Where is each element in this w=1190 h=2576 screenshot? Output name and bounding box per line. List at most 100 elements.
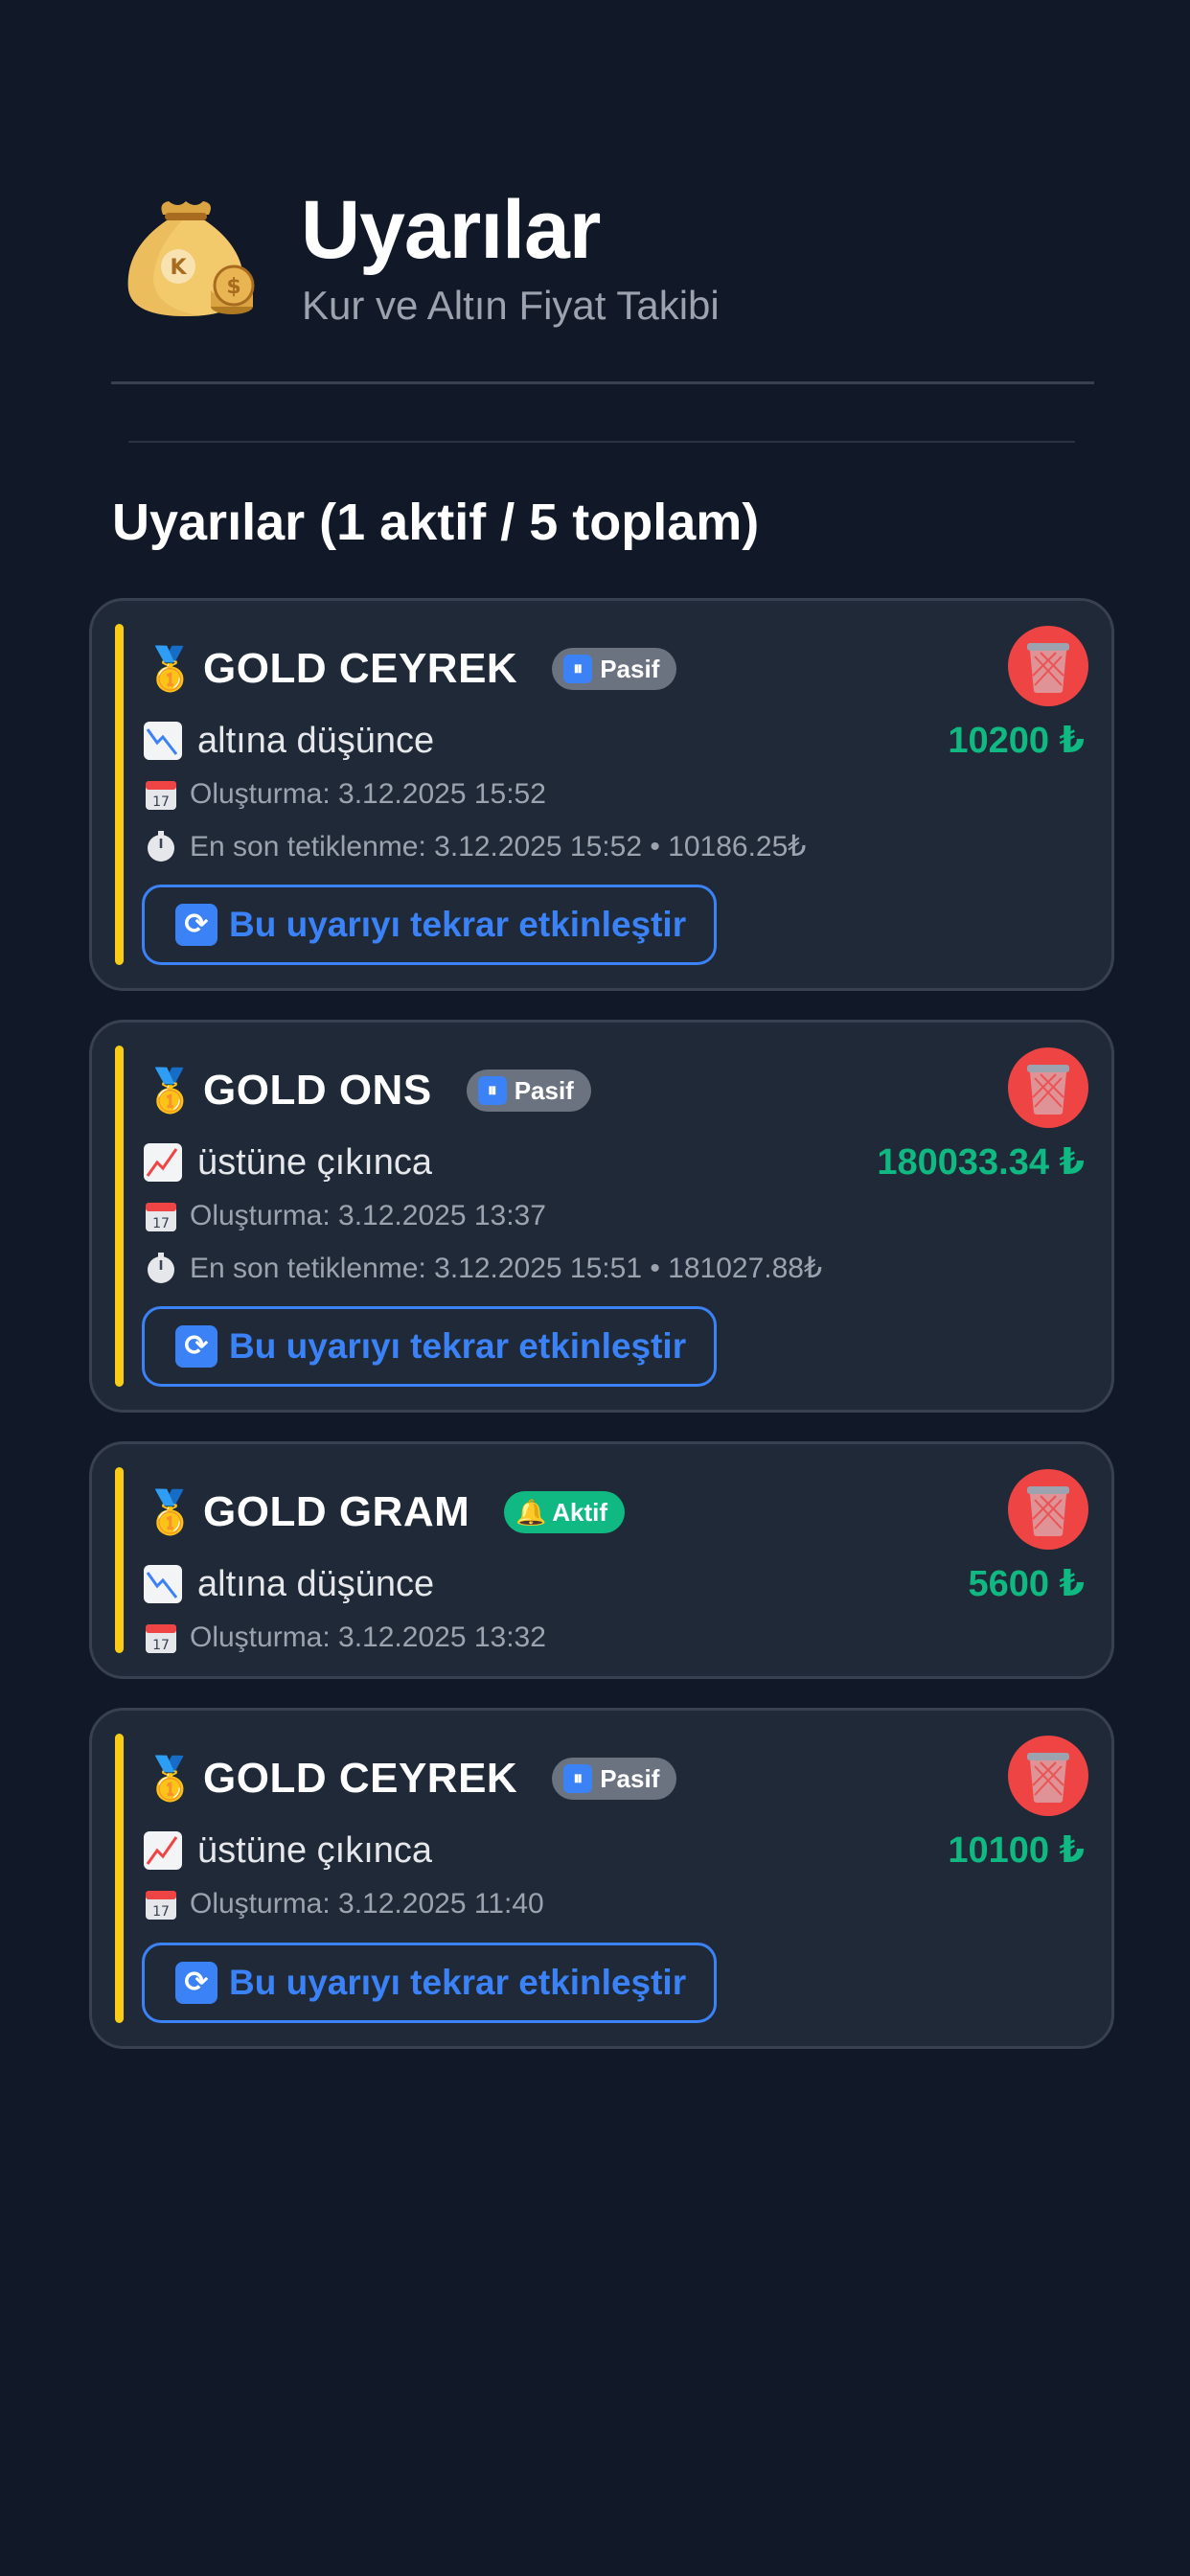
pause-icon: ⏸ (563, 1764, 593, 1793)
pause-icon: ⏸ (477, 1076, 507, 1105)
calendar-icon: 17 (144, 1887, 178, 1921)
alert-condition: altına düşünce (144, 712, 434, 770)
reactivate-label: Bu uyarıyı tekrar etkinleştir (229, 1326, 687, 1366)
delete-button[interactable] (1008, 1469, 1088, 1550)
condition-label: altına düşünce (197, 1563, 435, 1604)
alert-card-header: 🥇 GOLD GRAM 🔔 Aktif (144, 1479, 626, 1546)
reactivate-button[interactable]: ⟳ Bu uyarıyı tekrar etkinleştir (142, 1943, 717, 2023)
card-accent-bar (115, 1467, 124, 1653)
medal-icon: 🥇 (144, 1068, 196, 1115)
alert-target-value: 180033.34 ₺ (877, 1142, 1085, 1183)
alert-card-header: 🥇 GOLD ONS ⏸ Pasif (144, 1057, 591, 1124)
trash-icon (1027, 1486, 1069, 1536)
svg-text:17: 17 (152, 1904, 170, 1920)
repeat-icon: ⟳ (175, 1325, 217, 1368)
status-badge: 🔔 Aktif (504, 1491, 626, 1533)
alert-created: 17 Oluşturma: 3.12.2025 11:40 (144, 1879, 544, 1929)
condition-label: üstüne çıkınca (197, 1141, 433, 1183)
status-badge: ⏸ Pasif (466, 1070, 591, 1112)
total-count: 5 toplam (529, 494, 743, 551)
alert-created: 17 Oluşturma: 3.12.2025 15:52 (144, 770, 546, 819)
alert-condition: üstüne çıkınca (144, 1822, 432, 1879)
alert-card-header: 🥇 GOLD CEYREK ⏸ Pasif (144, 635, 677, 702)
reactivate-label: Bu uyarıyı tekrar etkinleştir (229, 1963, 687, 2002)
trash-icon (1027, 1753, 1069, 1803)
svg-text:K: K (170, 256, 187, 280)
trash-icon (1027, 643, 1069, 693)
alerts-section-title: Uyarılar (1 aktif / 5 toplam) (112, 489, 759, 556)
reactivate-button[interactable]: ⟳ Bu uyarıyı tekrar etkinleştir (142, 885, 717, 965)
page-title: Uyarılar (301, 184, 601, 276)
chart-down-icon (144, 722, 182, 760)
alert-name: GOLD CEYREK (203, 1755, 518, 1802)
status-label: Aktif (552, 1497, 608, 1527)
repeat-icon: ⟳ (175, 904, 217, 946)
status-label: Pasif (600, 654, 660, 683)
trash-icon (1027, 1065, 1069, 1115)
medal-icon: 🥇 (144, 1489, 196, 1536)
delete-button[interactable] (1008, 1736, 1088, 1816)
alert-target-value: 5600 ₺ (968, 1564, 1085, 1604)
medal-icon: 🥇 (144, 646, 196, 693)
alert-card: 🥇 GOLD CEYREK ⏸ Pasif altına düşünce 1020… (89, 598, 1114, 991)
chart-up-icon (144, 1143, 182, 1182)
card-accent-bar (115, 624, 124, 965)
calendar-icon: 17 (144, 1621, 178, 1655)
status-label: Pasif (514, 1075, 574, 1105)
alert-created: 17 Oluşturma: 3.12.2025 13:32 (144, 1613, 546, 1663)
header-divider (111, 381, 1094, 384)
status-badge: ⏸ Pasif (552, 648, 677, 690)
status-label: Pasif (600, 1763, 660, 1793)
alert-condition: altına düşünce (144, 1555, 434, 1613)
created-label: Oluşturma: 3.12.2025 13:37 (190, 1200, 546, 1231)
alert-name: GOLD CEYREK (203, 645, 518, 692)
reactivate-button[interactable]: ⟳ Bu uyarıyı tekrar etkinleştir (142, 1306, 717, 1387)
created-label: Oluşturma: 3.12.2025 13:32 (190, 1622, 546, 1653)
last-triggered-label: En son tetiklenme: 3.12.2025 15:51 • 181… (190, 1252, 823, 1284)
app-screen: K $ Uyarılar Kur ve Altın Fiyat Takibi U… (0, 0, 1190, 2576)
bell-icon: 🔔 (515, 1498, 547, 1527)
alert-target-value: 10200 ₺ (948, 721, 1085, 761)
section-title-prefix: Uyarılar ( (112, 494, 337, 551)
condition-label: altına düşünce (197, 720, 435, 761)
alert-card-header: 🥇 GOLD CEYREK ⏸ Pasif (144, 1745, 677, 1812)
delete-button[interactable] (1008, 626, 1088, 706)
page-subtitle: Kur ve Altın Fiyat Takibi (302, 283, 720, 328)
alert-created: 17 Oluşturma: 3.12.2025 13:37 (144, 1191, 546, 1241)
alert-last-triggered: En son tetiklenme: 3.12.2025 15:52 • 101… (144, 821, 806, 871)
stopwatch-icon (144, 1251, 178, 1285)
created-label: Oluşturma: 3.12.2025 11:40 (190, 1888, 544, 1920)
stopwatch-icon (144, 829, 178, 863)
calendar-icon: 17 (144, 777, 178, 812)
alert-last-triggered: En son tetiklenme: 3.12.2025 15:51 • 181… (144, 1243, 822, 1293)
last-triggered-label: En son tetiklenme: 3.12.2025 15:52 • 101… (190, 830, 807, 862)
pause-icon: ⏸ (563, 655, 593, 683)
delete-button[interactable] (1008, 1047, 1088, 1128)
active-count: 1 aktif (336, 494, 487, 551)
section-title-suffix: ) (742, 494, 760, 551)
chart-up-icon (144, 1831, 182, 1870)
alert-condition: üstüne çıkınca (144, 1134, 432, 1191)
section-title-separator: / (486, 494, 530, 551)
repeat-icon: ⟳ (175, 1962, 217, 2004)
medal-icon: 🥇 (144, 1756, 196, 1803)
svg-text:17: 17 (152, 794, 170, 810)
calendar-icon: 17 (144, 1199, 178, 1233)
page-header: K $ Uyarılar Kur ve Altın Fiyat Takibi (111, 182, 1094, 351)
status-badge: ⏸ Pasif (552, 1758, 677, 1800)
created-label: Oluşturma: 3.12.2025 15:52 (190, 778, 546, 810)
svg-text:17: 17 (152, 1638, 170, 1653)
section-divider (128, 441, 1075, 443)
alert-name: GOLD ONS (203, 1067, 432, 1114)
alert-card: 🥇 GOLD CEYREK ⏸ Pasif üstüne çıkınca 1010… (89, 1708, 1114, 2049)
chart-down-icon (144, 1565, 182, 1603)
alert-name: GOLD GRAM (203, 1488, 470, 1535)
alert-card: 🥇 GOLD GRAM 🔔 Aktif altına düşünce 5600 ₺ (89, 1441, 1114, 1679)
card-accent-bar (115, 1734, 124, 2023)
svg-text:17: 17 (152, 1216, 170, 1231)
card-accent-bar (115, 1046, 124, 1387)
svg-text:$: $ (226, 275, 240, 299)
money-bag-icon: K $ (115, 182, 259, 326)
condition-label: üstüne çıkınca (197, 1829, 433, 1871)
alert-card: 🥇 GOLD ONS ⏸ Pasif üstüne çıkınca 180033.… (89, 1020, 1114, 1413)
